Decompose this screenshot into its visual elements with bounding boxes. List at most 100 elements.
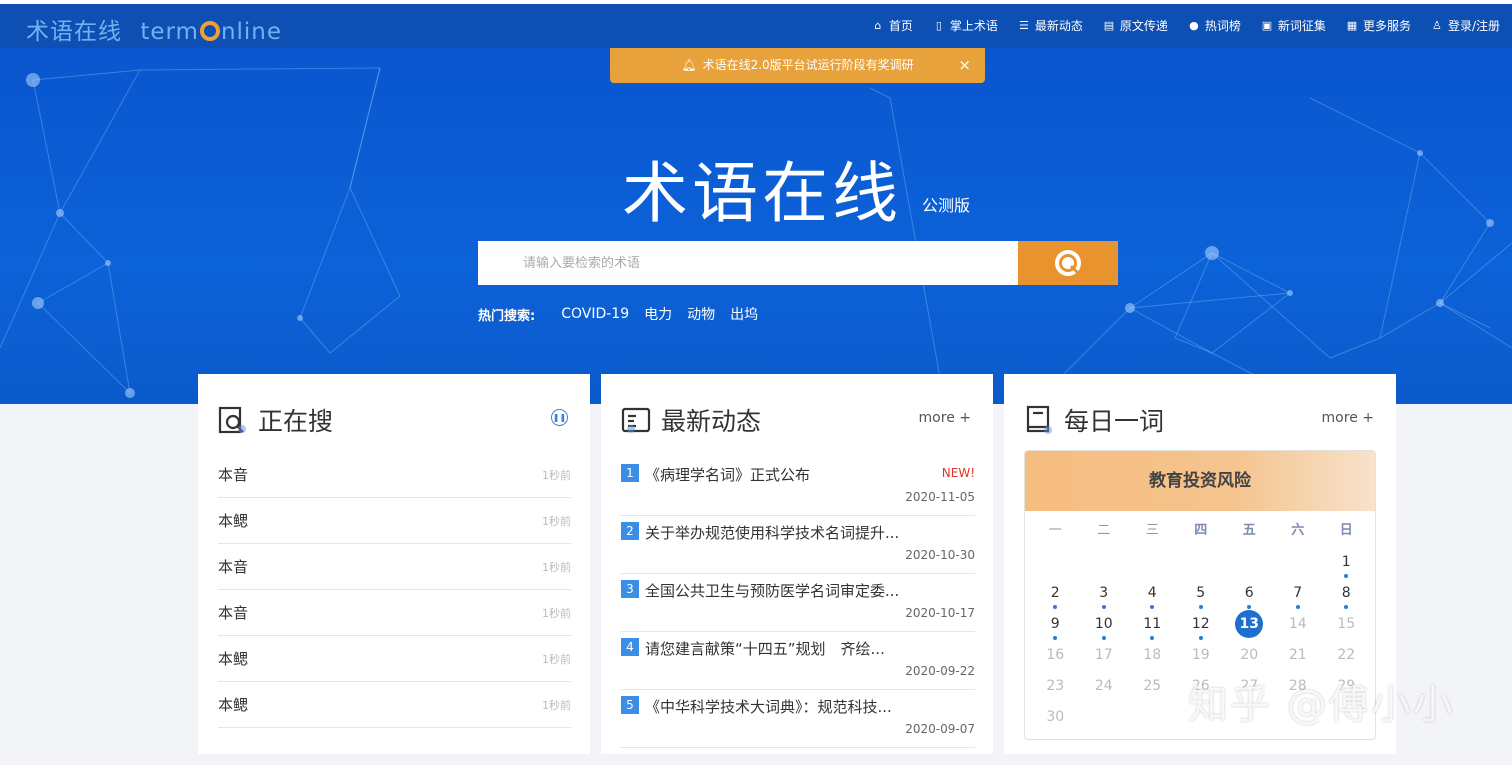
news-title-link[interactable]: 请您建言献策“十四五”规划 齐绘... — [645, 638, 885, 659]
daily-title: 每日一词 — [1064, 407, 1165, 436]
nav-item[interactable]: ● 热词榜 — [1178, 17, 1251, 34]
search-term[interactable]: 本音 — [218, 556, 248, 577]
top-nav: 术语在线 term nline ⌂ 首页 ▯ 掌上术语 ☰ 最新动态 ▤ 原文传递 ● 热词榜 ▣ 新词… — [0, 0, 1512, 48]
news-number: 1 — [621, 464, 639, 482]
news-item[interactable]: 3 全国公共卫生与预防医学名词审定委... 2020-10-17 — [621, 574, 975, 632]
searching-list: 本音 1秒前 本鳃 1秒前 本音 1秒前 本音 1秒前 本鳃 1秒前 本鳃 1秒前 — [218, 452, 571, 728]
hot-tag[interactable]: COVID-19 — [561, 306, 629, 322]
nav-item[interactable]: ▤ 原文传递 — [1093, 17, 1178, 34]
new-badge: NEW! — [941, 466, 975, 480]
nav-menu: ⌂ 首页 ▯ 掌上术语 ☰ 最新动态 ▤ 原文传递 ● 热词榜 ▣ 新词征集 ▦ 更多服务 ♙ 登录/注册 — [862, 17, 1510, 34]
search-button[interactable] — [1018, 241, 1118, 285]
calendar-day[interactable]: 1 — [1322, 550, 1371, 581]
search-term[interactable]: 本鳃 — [218, 694, 248, 715]
day-number: 17 — [1094, 647, 1113, 663]
calendar-day: 24 — [1080, 674, 1129, 705]
list-item[interactable]: 本鳃 1秒前 — [218, 636, 571, 682]
has-word-dot — [1344, 605, 1349, 609]
grid-icon: ▦ — [1346, 19, 1358, 32]
calendar-day: 18 — [1128, 643, 1177, 674]
calendar-day[interactable]: 3 — [1080, 581, 1129, 612]
weekday-label: 五 — [1242, 523, 1256, 538]
site-logo[interactable]: 术语在线 term nline — [26, 12, 282, 46]
calendar-day: 14 — [1274, 612, 1323, 643]
weekday-label: 四 — [1194, 523, 1208, 538]
news-icon: ☰ — [1018, 19, 1029, 32]
calendar-day: 23 — [1031, 674, 1080, 705]
mobile-icon: ▯ — [935, 19, 942, 32]
beta-badge: 公测版 — [922, 196, 971, 215]
news-item[interactable]: 5 《中华科学技术大词典》：规范科技... 2020-09-07 — [621, 690, 975, 748]
user-icon: ♙ — [1432, 19, 1442, 32]
calendar-day[interactable]: 11 — [1128, 612, 1177, 643]
search-term[interactable]: 本鳃 — [218, 648, 248, 669]
pause-icon[interactable]: ❚❚ — [551, 409, 568, 426]
bell-icon: 🔔︎ — [681, 58, 697, 72]
nav-item[interactable]: ▣ 新词征集 — [1251, 17, 1336, 34]
day-number: 18 — [1143, 647, 1162, 663]
daily-word[interactable]: 教育投资风险 — [1025, 451, 1375, 511]
calendar-day[interactable]: 6 — [1225, 581, 1274, 612]
nav-item[interactable]: ▯ 掌上术语 — [923, 17, 1008, 34]
daily-header: 每日一词 — [1024, 402, 1164, 438]
news-item[interactable]: 1 《病理学名词》正式公布 2020-11-05 NEW! — [621, 458, 975, 516]
search-term[interactable]: 本音 — [218, 602, 248, 623]
news-item[interactable]: 4 请您建言献策“十四五”规划 齐绘... 2020-09-22 — [621, 632, 975, 690]
calendar-day[interactable]: 4 — [1128, 581, 1177, 612]
logo-o-icon — [199, 21, 220, 41]
nav-item-label: 新词征集 — [1277, 19, 1326, 33]
hero-banner: 🔔︎ 术语在线2.0版平台试运行阶段有奖调研 × 术语在线 公测版 热门搜索: C… — [0, 48, 1512, 404]
news-title-link[interactable]: 全国公共卫生与预防医学名词审定委... — [645, 580, 899, 601]
notice-banner[interactable]: 🔔︎ 术语在线2.0版平台试运行阶段有奖调研 × — [610, 48, 985, 83]
calendar-day[interactable]: 5 — [1177, 581, 1226, 612]
list-item[interactable]: 本音 1秒前 — [218, 452, 571, 498]
nav-item[interactable]: ⌂ 首页 — [862, 17, 923, 34]
news-title-link[interactable]: 《病理学名词》正式公布 — [645, 464, 810, 485]
hot-search-label: 热门搜索: — [478, 308, 536, 324]
search-time: 1秒前 — [542, 560, 571, 574]
calendar-day[interactable]: 10 — [1080, 612, 1129, 643]
day-number: 8 — [1341, 585, 1351, 601]
news-title-link[interactable]: 关于举办规范使用科学技术名词提升... — [645, 522, 899, 543]
nav-item-label: 首页 — [888, 19, 913, 33]
hot-tag[interactable]: 出坞 — [730, 304, 758, 324]
search-input[interactable] — [478, 241, 1018, 285]
empty-cell — [1080, 550, 1129, 581]
watermark: 知乎 @傅小小 — [1188, 682, 1455, 728]
daily-more-link[interactable]: more + — [1322, 410, 1374, 426]
weekday-label: 二 — [1097, 523, 1111, 538]
list-item[interactable]: 本鳃 1秒前 — [218, 682, 571, 728]
empty-cell — [1177, 550, 1226, 581]
day-number: 10 — [1094, 616, 1113, 632]
nav-item[interactable]: ☰ 最新动态 — [1008, 17, 1093, 34]
news-more-link[interactable]: more + — [919, 410, 971, 426]
search-term[interactable]: 本鳃 — [218, 510, 248, 531]
calendar-day[interactable]: 2 — [1031, 581, 1080, 612]
calendar-today[interactable]: 13 — [1225, 610, 1274, 643]
day-number: 20 — [1240, 647, 1259, 663]
news-title-link[interactable]: 《中华科学技术大词典》：规范科技... — [645, 696, 892, 717]
list-item[interactable]: 本音 1秒前 — [218, 544, 571, 590]
search-term[interactable]: 本音 — [218, 464, 248, 485]
weekday-row: 一二三四五六日 — [1031, 519, 1371, 550]
calendar-day[interactable]: 12 — [1177, 612, 1226, 643]
day-number: 9 — [1050, 616, 1060, 632]
hot-tag[interactable]: 动物 — [687, 304, 715, 324]
weekday-label: 一 — [1048, 523, 1062, 538]
list-item[interactable]: 本鳃 1秒前 — [218, 498, 571, 544]
hot-tag[interactable]: 电力 — [644, 304, 672, 324]
calendar-day[interactable]: 7 — [1274, 581, 1323, 612]
day-number: 2 — [1050, 585, 1060, 601]
nav-item[interactable]: ♙ 登录/注册 — [1421, 17, 1510, 34]
searching-title: 正在搜 — [258, 407, 334, 436]
news-item[interactable]: 2 关于举办规范使用科学技术名词提升... 2020-10-30 — [621, 516, 975, 574]
collect-icon: ▣ — [1261, 19, 1273, 32]
list-item[interactable]: 本音 1秒前 — [218, 590, 571, 636]
calendar-day[interactable]: 8 — [1322, 581, 1371, 612]
calendar-day: 19 — [1177, 643, 1226, 674]
day-number: 25 — [1143, 678, 1162, 694]
close-icon[interactable]: × — [958, 48, 971, 83]
nav-item[interactable]: ▦ 更多服务 — [1336, 17, 1421, 34]
calendar-day[interactable]: 9 — [1031, 612, 1080, 643]
news-icon — [621, 407, 651, 433]
